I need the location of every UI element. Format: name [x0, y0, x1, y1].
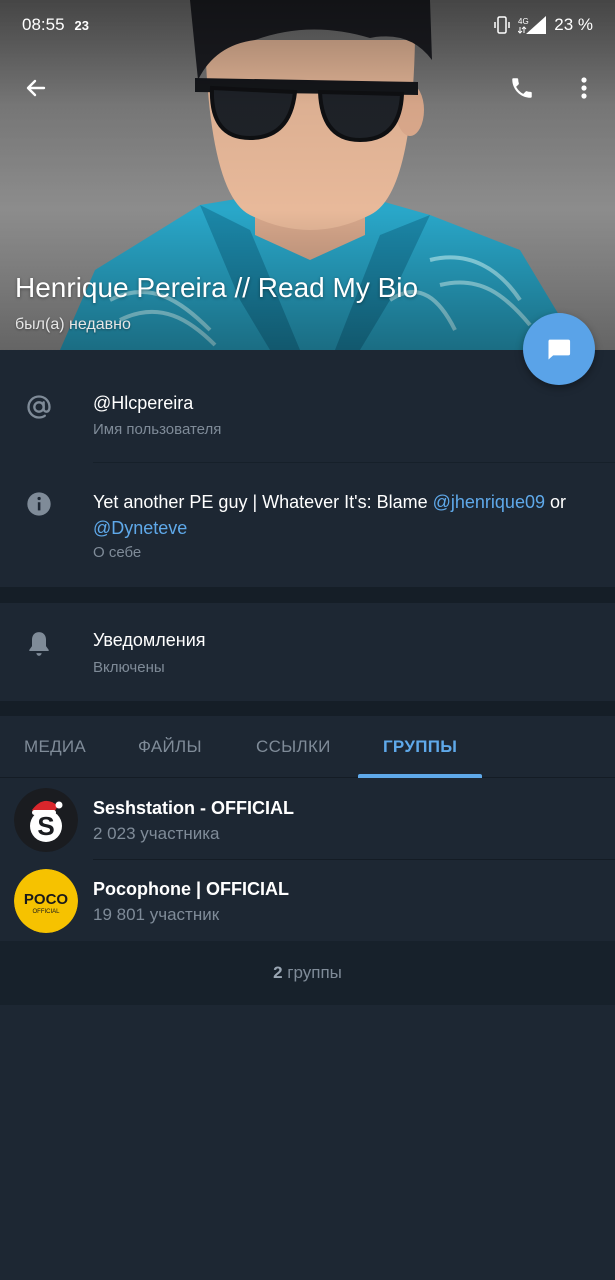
info-icon	[24, 489, 54, 519]
send-message-button[interactable]	[523, 313, 595, 385]
back-button[interactable]	[14, 66, 58, 110]
status-bar: 08:55 23 4G 23 %	[0, 0, 615, 50]
message-icon	[548, 339, 571, 360]
tab-links[interactable]: ССЫЛКИ	[256, 716, 331, 778]
bio-mention-link[interactable]: @Dyneteve	[93, 518, 187, 538]
profile-last-seen: был(а) недавно	[15, 316, 131, 333]
bio-prefix: Yet another PE guy | Whatever It's: Blam…	[93, 492, 433, 512]
poco-logo-text: POCO	[24, 891, 69, 908]
call-button[interactable]	[500, 66, 544, 110]
top-app-bar	[0, 60, 615, 110]
groups-count-footer: 2 группы	[0, 941, 615, 1005]
groups-count-label: группы	[282, 963, 342, 982]
username-row[interactable]: @Hlcpereira Имя пользователя	[0, 350, 615, 462]
list-item[interactable]: S Seshstation - OFFICIAL 2 023 участника	[0, 779, 615, 860]
svg-text:S: S	[37, 811, 54, 841]
more-options-button[interactable]	[562, 66, 606, 110]
network-4g-icon: 4G	[518, 16, 547, 34]
bio-mention-link[interactable]: @jhenrique09	[433, 492, 545, 512]
empty-area	[0, 1005, 615, 1280]
profile-info-section: @Hlcpereira Имя пользователя Yet another…	[0, 350, 615, 587]
notifications-title: Уведомления	[93, 630, 206, 650]
svg-text:4G: 4G	[518, 17, 529, 26]
bell-icon	[24, 629, 54, 659]
group-title: Pocophone | OFFICIAL	[93, 879, 290, 899]
notifications-value: Включены	[93, 659, 165, 676]
tab-files[interactable]: ФАЙЛЫ	[138, 716, 202, 778]
media-tabs: МЕДИА ФАЙЛЫ ССЫЛКИ ГРУППЫ	[0, 716, 615, 778]
groups-count-number: 2	[273, 963, 283, 982]
group-avatar: POCO OFFICIAL	[14, 869, 78, 933]
phone-icon	[512, 78, 532, 98]
group-avatar: S	[14, 788, 78, 852]
vibrate-icon	[494, 16, 510, 34]
more-vert-icon	[581, 77, 587, 99]
battery-level: 23 %	[554, 15, 593, 34]
status-notification-count: 23	[74, 17, 90, 33]
divider	[93, 462, 615, 463]
group-member-count: 19 801 участник	[93, 905, 220, 924]
username-label: Имя пользователя	[93, 421, 222, 438]
tab-media[interactable]: МЕДИА	[24, 716, 86, 778]
group-member-count: 2 023 участника	[93, 824, 220, 843]
bio-label: О себе	[93, 544, 142, 561]
list-item[interactable]: POCO OFFICIAL Pocophone | OFFICIAL 19 80…	[0, 860, 615, 941]
notifications-row[interactable]: Уведомления Включены	[0, 603, 615, 701]
bio-connector: or	[544, 492, 566, 512]
tab-groups[interactable]: ГРУППЫ	[383, 716, 457, 778]
group-title: Seshstation - OFFICIAL	[93, 798, 295, 818]
section-divider	[0, 587, 615, 603]
profile-name: Henrique Pereira // Read My Bio	[15, 272, 419, 303]
poco-logo-subtext: OFFICIAL	[32, 909, 60, 915]
username: @Hlcpereira	[93, 393, 194, 413]
bio-text: Yet another PE guy | Whatever It's: Blam…	[93, 489, 603, 541]
status-time: 08:55	[22, 15, 65, 34]
profile-header: 08:55 23 4G 23 % Henrique Pereira // Rea…	[0, 0, 615, 350]
section-divider	[0, 701, 615, 716]
active-tab-indicator	[358, 774, 482, 778]
at-sign-icon	[24, 392, 54, 422]
arrow-left-icon	[26, 79, 46, 97]
